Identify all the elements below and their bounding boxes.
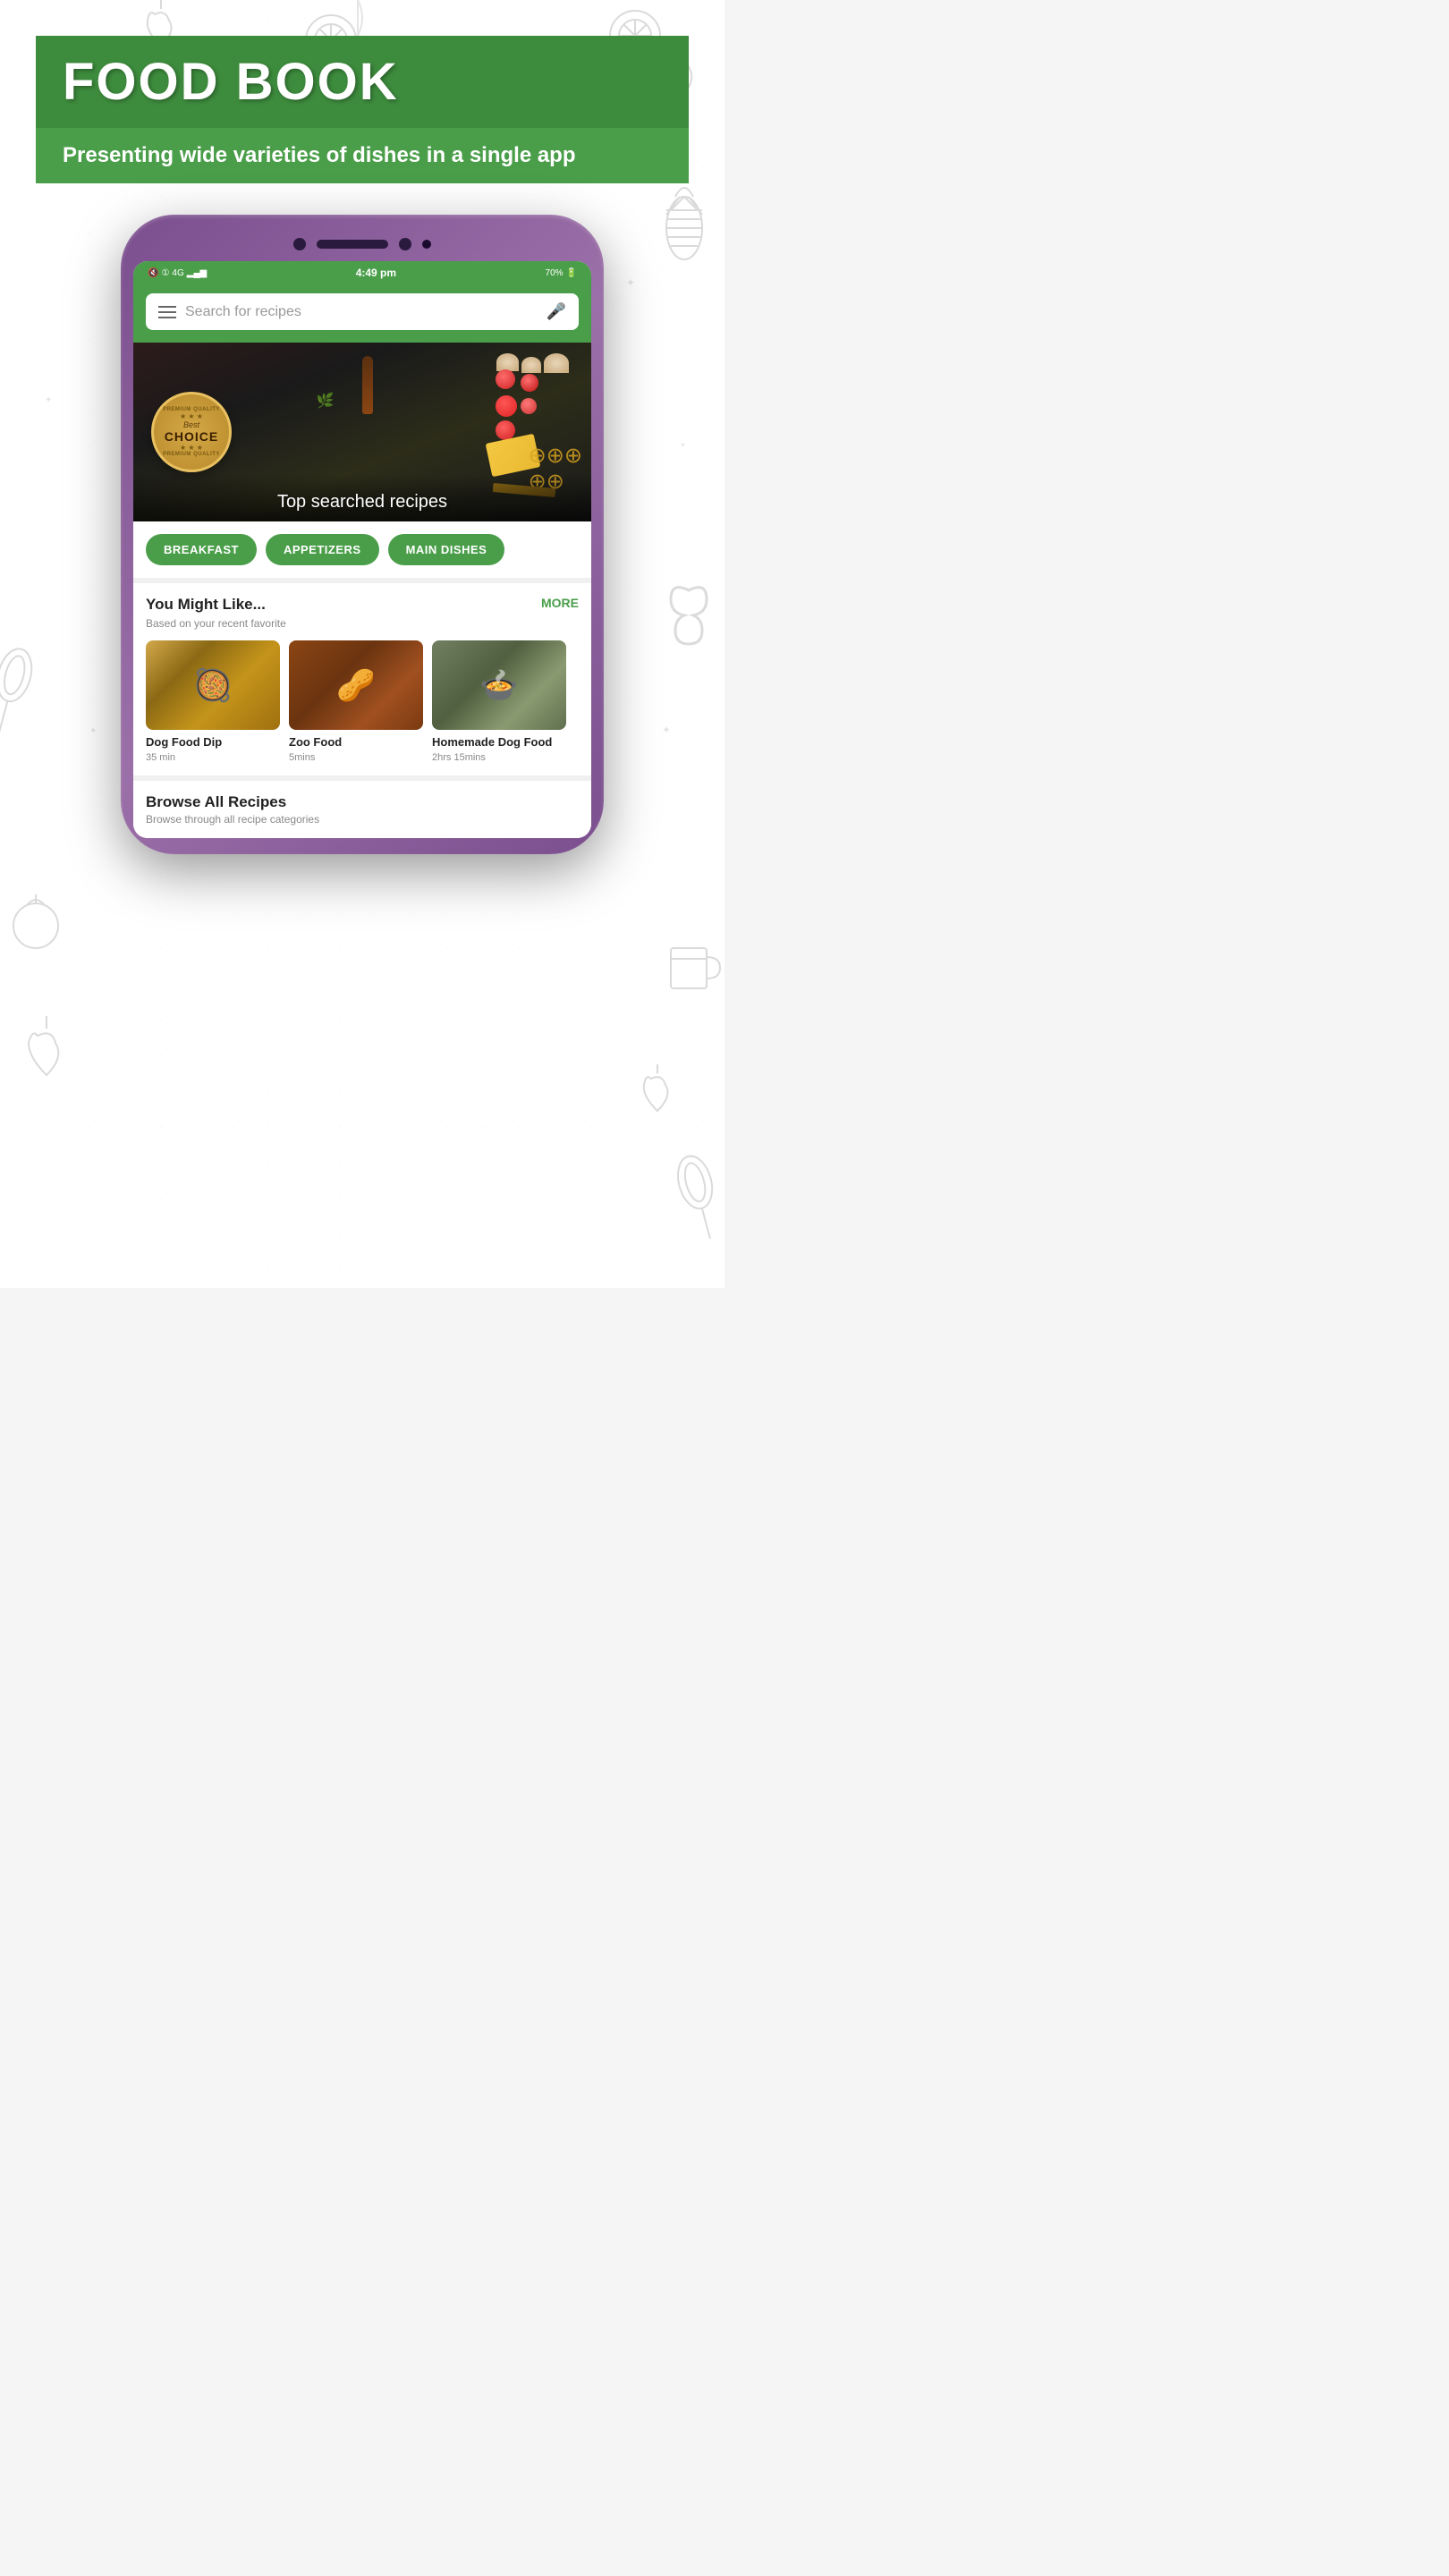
search-input[interactable]: Search for recipes [185,304,538,320]
badge-best-text: Best [183,420,199,429]
signal-bars: ▂▄▆ [187,268,207,278]
recipe-card-3-name: Homemade Dog Food [432,735,566,750]
header-banner: FOOD BOOK Presenting wide varieties of d… [0,36,724,183]
category-appetizers[interactable]: APPETIZERS [266,534,379,565]
section-subtitle: Based on your recent favorite [146,617,579,630]
badge-premium-bottom: PREMIUM QUALITY [163,452,220,457]
hamburger-line-1 [158,306,176,308]
recipe-card-3-img: 🍲 [432,640,566,730]
svg-text:✦: ✦ [626,276,635,289]
herbs: 🌿 [317,392,335,410]
more-link[interactable]: MORE [541,596,579,610]
hero-caption: Top searched recipes [133,474,591,521]
search-container[interactable]: Search for recipes 🎤 [146,293,579,330]
status-right-icons: 70% 🔋 [546,268,577,278]
badge-choice-text: CHOICE [165,429,218,444]
network-label: 4G [172,268,183,278]
recipe-card-1-img: 🥘 [146,640,280,730]
sim-icon: ① [161,268,169,278]
title-bar: FOOD BOOK [36,36,689,128]
recipe-card-3-time: 2hrs 15mins [432,752,566,763]
recommendations-section: You Might Like... MORE Based on your rec… [133,578,591,775]
hero-caption-text: Top searched recipes [277,492,447,512]
svg-text:✦: ✦ [662,724,671,736]
mushroom-3 [544,353,569,373]
browse-subtitle: Browse through all recipe categories [146,813,579,826]
mushroom-1 [496,353,519,371]
subtitle-bar: Presenting wide varieties of dishes in a… [36,128,689,183]
battery-percent: 70% [546,268,564,278]
best-choice-badge: PREMIUM QUALITY ★ ★ ★ Best CHOICE ★ ★ ★ … [151,392,232,472]
tomatoes [496,369,542,440]
category-row: BREAKFAST APPETIZERS MAIN DISHES [133,521,591,578]
phone-speaker [317,240,388,249]
mic-icon[interactable]: 🎤 [547,302,566,321]
category-main-dishes[interactable]: MAIN DISHES [388,534,505,565]
browse-title: Browse All Recipes [146,793,579,811]
recipe-cards: 🥘 Dog Food Dip 35 min 🥜 Zoo Food 5mins [146,640,579,763]
badge-stars-bottom: ★ ★ ★ [180,444,203,452]
status-left-icons: 🔇 ① 4G ▂▄▆ [148,268,207,278]
hero-banner[interactable]: ⊕⊕⊕⊕⊕ 🌿 PREMIUM QUALITY ★ ★ ★ Best CHOIC… [133,343,591,521]
status-time: 4:49 pm [356,267,396,279]
phone-body: 🔇 ① 4G ▂▄▆ 4:49 pm 70% 🔋 [121,215,604,854]
recipe-card-1-time: 35 min [146,752,280,763]
status-bar: 🔇 ① 4G ▂▄▆ 4:49 pm 70% 🔋 [133,261,591,284]
battery-icon: 🔋 [566,268,577,278]
hamburger-line-3 [158,317,176,318]
phone-mockup: 🔇 ① 4G ▂▄▆ 4:49 pm 70% 🔋 [121,215,604,854]
hamburger-menu[interactable] [158,306,176,318]
tomato-3 [496,395,517,417]
browse-section[interactable]: Browse All Recipes Browse through all re… [133,775,591,838]
tomato-1 [496,369,515,389]
category-breakfast[interactable]: BREAKFAST [146,534,257,565]
recipe-card-2-food: 🥜 [289,640,423,730]
phone-sensor [422,240,431,249]
badge-stars-top: ★ ★ ★ [180,412,203,420]
recipe-card-1[interactable]: 🥘 Dog Food Dip 35 min [146,640,280,763]
recipe-card-2-time: 5mins [289,752,423,763]
phone-camera-left [293,238,306,250]
app-title: FOOD BOOK [63,52,662,112]
hamburger-line-2 [158,311,176,313]
svg-text:✦: ✦ [45,395,52,405]
svg-text:✦: ✦ [89,726,97,736]
tomato-2 [521,374,538,392]
mute-icon: 🔇 [148,268,158,278]
tomato-4 [521,398,537,414]
search-bar[interactable]: Search for recipes 🎤 [133,284,591,343]
app-subtitle: Presenting wide varieties of dishes in a… [63,140,662,171]
section-title: You Might Like... [146,596,266,614]
recipe-card-2[interactable]: 🥜 Zoo Food 5mins [289,640,423,763]
section-header: You Might Like... MORE [146,596,579,614]
recipe-card-1-name: Dog Food Dip [146,735,280,750]
svg-text:✦: ✦ [680,441,686,449]
recipe-card-1-food: 🥘 [146,640,280,730]
pepper-mill [362,356,373,414]
recipe-card-3-food: 🍲 [432,640,566,730]
recipe-card-3[interactable]: 🍲 Homemade Dog Food 2hrs 15mins [432,640,566,763]
phone-screen: 🔇 ① 4G ▂▄▆ 4:49 pm 70% 🔋 [133,261,591,838]
phone-top-bar [133,231,591,261]
recipe-card-2-img: 🥜 [289,640,423,730]
recipe-card-2-name: Zoo Food [289,735,423,750]
phone-camera-right [399,238,411,250]
